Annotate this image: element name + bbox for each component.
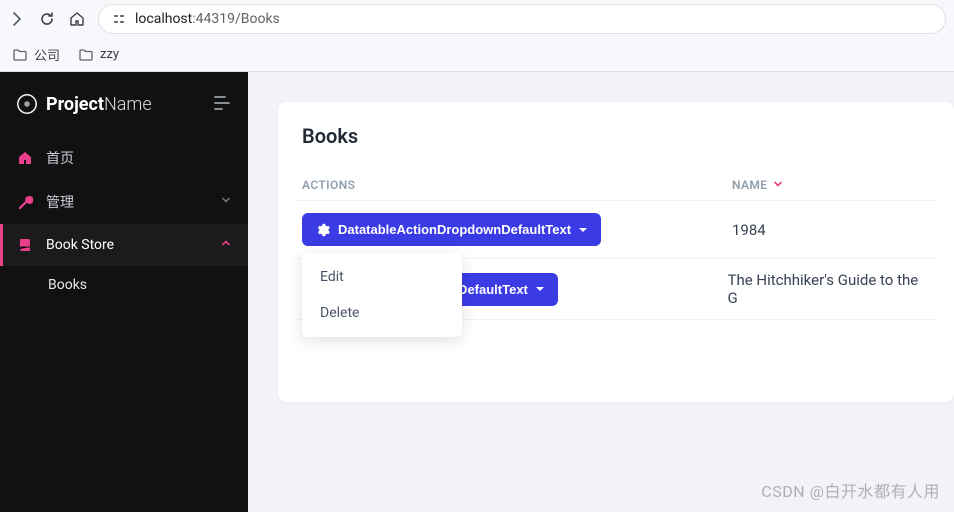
bookmarks-bar: 公司 zzy: [0, 38, 954, 72]
sidebar-subitem-books[interactable]: Books: [0, 266, 248, 304]
page-title: Books: [278, 124, 954, 170]
brand-light: Name: [104, 94, 152, 115]
book-icon: [16, 236, 34, 254]
browser-toolbar: localhost:44319/Books: [0, 0, 954, 38]
dropdown-edit[interactable]: Edit: [302, 259, 462, 295]
books-table: ACTIONS NAME DatatableActionDropdownDefa…: [278, 170, 954, 320]
col-actions: ACTIONS: [302, 178, 732, 192]
bookmark-label: zzy: [100, 47, 119, 62]
chevron-up-icon: [220, 237, 232, 253]
gear-icon: [316, 223, 330, 237]
bookmark-zzy[interactable]: zzy: [78, 47, 119, 63]
main-content: Books ACTIONS NAME DatatableActionDropdo…: [248, 72, 954, 512]
cell-name: The Hitchhiker's Guide to the G: [728, 271, 931, 307]
dropdown-delete[interactable]: Delete: [302, 295, 462, 331]
sidebar-item-home[interactable]: 首页: [0, 136, 248, 180]
site-settings-icon[interactable]: [111, 11, 127, 27]
caret-down-icon: [579, 228, 587, 232]
col-name-label: NAME: [732, 178, 767, 192]
table-row: DatatableActionDropdownDefaultText Edit …: [296, 201, 936, 259]
brand-strong: Project: [46, 94, 104, 115]
action-label: DatatableActionDropdownDefaultText: [338, 222, 571, 237]
address-bar[interactable]: localhost:44319/Books: [98, 4, 946, 34]
content-card: Books ACTIONS NAME DatatableActionDropdo…: [278, 102, 954, 402]
bookmark-company[interactable]: 公司: [12, 45, 60, 64]
sidebar: ProjectName 首页 管理 Book Store Books: [0, 72, 248, 512]
row-actions-button[interactable]: DatatableActionDropdownDefaultText: [302, 213, 601, 246]
menu-toggle-icon[interactable]: [214, 95, 232, 114]
wrench-icon: [16, 193, 34, 211]
url-text: localhost:44319/Books: [135, 11, 280, 27]
sidebar-item-label: Book Store: [46, 237, 114, 253]
bookmark-label: 公司: [34, 45, 60, 64]
caret-down-icon: [536, 287, 544, 291]
sidebar-item-bookstore[interactable]: Book Store: [0, 224, 248, 266]
actions-dropdown: Edit Delete: [302, 253, 462, 337]
logo-icon: [16, 93, 38, 115]
col-name[interactable]: NAME: [732, 178, 783, 192]
sidebar-item-manage[interactable]: 管理: [0, 180, 248, 224]
chevron-down-icon: [220, 194, 232, 210]
home-icon[interactable]: [68, 10, 86, 28]
sidebar-item-label: Books: [48, 277, 87, 293]
home-icon: [16, 149, 34, 167]
table-header: ACTIONS NAME: [296, 170, 936, 201]
reload-icon[interactable]: [38, 10, 56, 28]
forward-icon[interactable]: [8, 10, 26, 28]
sort-icon: [773, 178, 783, 192]
brand[interactable]: ProjectName: [16, 93, 152, 115]
cell-name: 1984: [732, 221, 766, 239]
sidebar-item-label: 管理: [46, 192, 74, 212]
sidebar-item-label: 首页: [46, 148, 74, 168]
